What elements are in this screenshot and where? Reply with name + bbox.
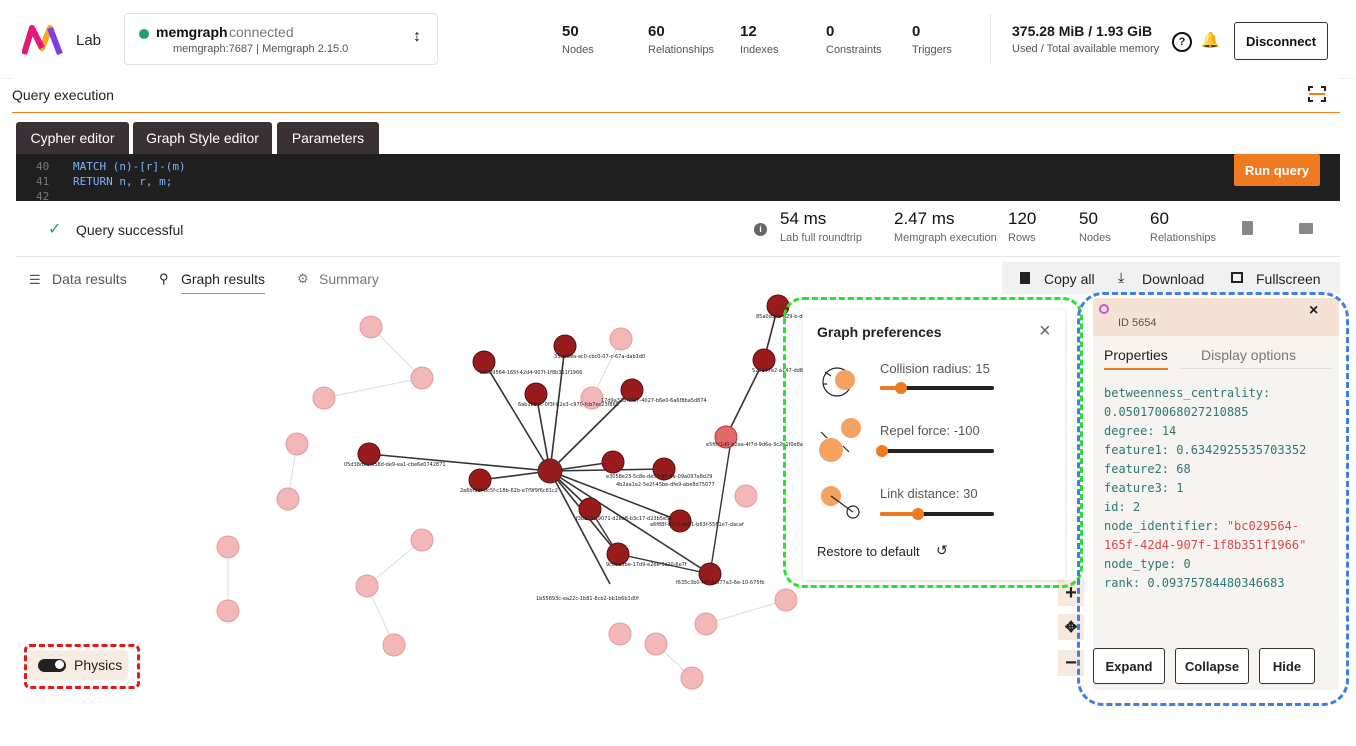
graph-node[interactable]: [601, 450, 625, 474]
graph-edge[interactable]: [323, 377, 423, 399]
graph-node-label: 33ab69a-ac0-cbc0-07-c-67a-dab1d0: [554, 354, 645, 360]
switch-connection-icon[interactable]: ↕: [413, 28, 421, 46]
stat-triggers: 0 Triggers: [912, 23, 952, 56]
expand-panel-icon[interactable]: [1308, 86, 1326, 102]
node-panel-highlight: [1077, 292, 1349, 706]
code-line: RETURN n, r, m;: [73, 175, 173, 188]
preferences-highlight: [783, 297, 1083, 588]
graph-node-label: 05d38d2e-558d-de9-ea1-cbe6e0742871: [344, 462, 446, 468]
db-name: memgraph: [156, 24, 228, 40]
query-execution-title: Query execution: [12, 87, 114, 103]
graph-edge[interactable]: [549, 345, 566, 472]
graph-node[interactable]: [216, 599, 240, 623]
graph-node[interactable]: [216, 535, 240, 559]
notifications-bell-icon[interactable]: 🔔: [1201, 31, 1220, 49]
query-status-message: Query successful: [76, 222, 184, 238]
tab-data-results[interactable]: Data results: [52, 271, 127, 287]
code-line: MATCH (n)-[r]-(m): [73, 160, 186, 173]
connection-state: connected: [229, 24, 294, 40]
line-number: 41: [36, 175, 50, 188]
help-icon[interactable]: ?: [1172, 32, 1192, 52]
fullscreen-icon: [1231, 272, 1243, 283]
copy-query-icon[interactable]: [1242, 221, 1253, 235]
metric-memgraph-execution: 2.47 ms Memgraph execution: [894, 209, 997, 244]
info-icon[interactable]: i: [754, 223, 767, 236]
graph-node[interactable]: [774, 588, 798, 612]
graph-node[interactable]: [355, 574, 379, 598]
download-icon: ⤓: [1118, 269, 1125, 285]
graph-node[interactable]: [537, 458, 563, 484]
tab-graph-style-editor[interactable]: Graph Style editor: [133, 122, 272, 154]
stat-constraints: 0 Constraints: [826, 23, 882, 56]
success-check-icon: ✓: [48, 221, 62, 238]
stat-nodes: 50 Nodes: [562, 23, 594, 56]
graph-node[interactable]: [276, 487, 300, 511]
graph-node[interactable]: [734, 484, 758, 508]
stat-memory: 375.28 MiB / 1.93 GiB Used / Total availa…: [1012, 23, 1160, 55]
copy-icon: [1020, 272, 1030, 284]
table-icon: ☰: [29, 272, 41, 287]
disconnect-button[interactable]: Disconnect: [1234, 22, 1328, 60]
stat-relationships: 60 Relationships: [648, 23, 715, 56]
header-divider: [990, 14, 991, 64]
cypher-editor[interactable]: 40 41 42 MATCH (n)-[r]-(m) RETURN n, r, …: [16, 154, 1340, 203]
tab-cypher-editor[interactable]: Cypher editor: [16, 122, 129, 156]
download-button[interactable]: Download: [1142, 271, 1204, 287]
tab-graph-results[interactable]: Graph results: [181, 271, 266, 295]
tab-parameters[interactable]: Parameters: [277, 122, 379, 154]
graph-node-label: a6f88f-d5c3-de51-b63f-5561e7-dacaf: [650, 522, 744, 528]
app-name: Lab: [76, 32, 102, 49]
connection-selector[interactable]: memgraph connected memgraph:7687 | Memgr…: [124, 13, 438, 65]
metric-rows: 120 Rows: [1008, 209, 1037, 244]
open-folder-icon[interactable]: [1299, 223, 1313, 234]
graph-edge[interactable]: [705, 599, 787, 625]
graph-node-label: 2a6bf1bf-bc5f-c18b-62b-e7f9f9f6c81c2: [460, 488, 558, 494]
graph-node[interactable]: [285, 432, 309, 456]
line-number: 40: [36, 160, 50, 173]
metric-relationships: 60 Relationships: [1150, 209, 1217, 244]
copy-all-button[interactable]: Copy all: [1044, 271, 1095, 287]
graph-node[interactable]: [410, 366, 434, 390]
results-tabs: ☰ Data results ⚲ Graph results ⚙ Summary…: [16, 262, 1340, 295]
query-status-row: ✓ Query successful i 54 ms Lab full round…: [16, 201, 1340, 257]
graph-icon: ⚲: [159, 271, 169, 286]
graph-node-label: 1b55893c-ea22c-1b81-8cb2-bb1b6b1d0f: [536, 596, 639, 602]
graph-edge[interactable]: [709, 433, 733, 575]
graph-node[interactable]: [609, 327, 633, 351]
graph-node[interactable]: [644, 632, 668, 656]
graph-node[interactable]: [359, 315, 383, 339]
graph-node[interactable]: [410, 528, 434, 552]
tab-summary[interactable]: Summary: [319, 271, 379, 287]
graph-node-label: f635c3b0-f47-d-e77a3-6e-10-675fb: [676, 580, 765, 586]
graph-node-label: 17d9a328-0f07-4027-b6e0-6a6f8ba5d874: [601, 398, 707, 404]
graph-node-label: 9c09a3be-17d9-e2ee-5c20-6e7f: [606, 562, 687, 568]
graph-node-label: e3058e23-5c8e-de53-95-be-09a097e8d29: [606, 474, 712, 480]
graph-node[interactable]: [680, 666, 704, 690]
metric-lab-roundtrip: 54 ms Lab full roundtrip: [780, 209, 862, 244]
summary-gears-icon: ⚙: [297, 271, 309, 286]
connection-status-dot: [139, 29, 149, 39]
top-header: Lab memgraph connected memgraph:7687 | M…: [0, 0, 1356, 79]
metric-nodes: 50 Nodes: [1079, 209, 1111, 244]
physics-highlight: [24, 644, 140, 689]
graph-node[interactable]: [668, 509, 692, 533]
graph-node[interactable]: [382, 633, 406, 657]
fullscreen-button[interactable]: Fullscreen: [1256, 271, 1321, 287]
results-actions-bar: Copy all ⤓ Download Fullscreen: [1002, 262, 1340, 294]
graph-node[interactable]: [694, 612, 718, 636]
run-query-button[interactable]: Run query: [1234, 154, 1320, 186]
graph-node-label: 4b2aa1e2-5e2f-45be-dfe9-abe8d75077: [616, 482, 715, 488]
query-execution-bar: Query execution: [12, 78, 1340, 113]
stat-indexes: 12 Indexes: [740, 23, 779, 56]
graph-node-label: bc029564-165f-42d4-907f-1f8b351f1966: [480, 370, 582, 376]
memgraph-logo-icon: [22, 25, 63, 56]
graph-node[interactable]: [608, 622, 632, 646]
connection-details: memgraph:7687 | Memgraph 2.15.0: [173, 43, 349, 55]
graph-node[interactable]: [312, 386, 336, 410]
